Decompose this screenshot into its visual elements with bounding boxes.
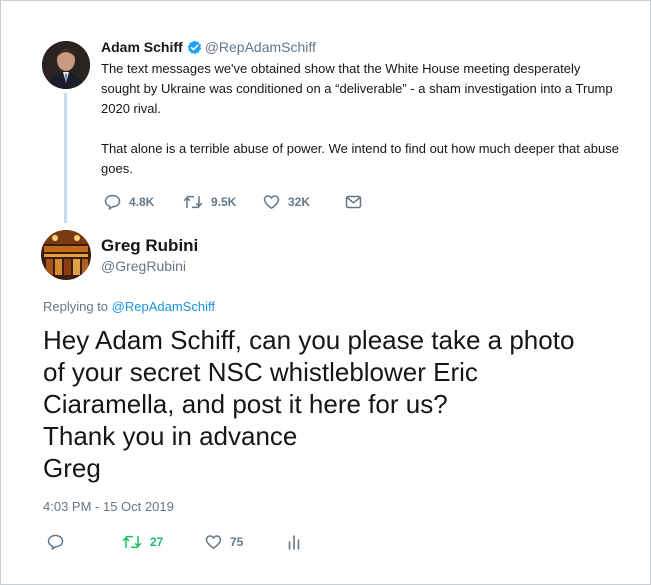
retweet-icon [122,534,142,550]
reply-display-name[interactable]: Greg Rubini [101,236,198,256]
like-icon [263,194,280,210]
reply-handle[interactable]: @GregRubini [101,258,186,274]
reply-analytics-button[interactable] [287,532,301,552]
reply-timestamp[interactable]: 4:03 PM - 15 Oct 2019 [43,499,174,514]
parent-reply-count: 4.8K [129,195,155,209]
reply-retweet-count: 27 [150,535,164,549]
parent-retweet-count: 9.5K [211,195,237,209]
reply-icon [47,534,64,550]
reply-text-line: Ciaramella, and post it here for us? [43,389,448,419]
retweet-icon [183,194,203,210]
replying-to-link[interactable]: @RepAdamSchiff [112,299,215,314]
replying-to-label: Replying to [43,299,109,314]
reply-tweet-text: Hey Adam Schiff, can you please take a p… [43,324,643,484]
parent-paragraph-2: That alone is a terrible abuse of power.… [101,141,619,176]
parent-tweet-text: The text messages we've obtained show th… [101,59,621,179]
parent-display-name[interactable]: Adam Schiff [101,39,183,55]
reply-reply-button[interactable] [47,532,64,552]
reply-like-count: 75 [230,535,244,549]
parent-message-button[interactable] [345,192,362,212]
tweet-embed-card: Adam Schiff @RepAdamSchiff The text messa… [0,0,651,585]
parent-like-count: 32K [288,195,311,209]
parent-handle[interactable]: @RepAdamSchiff [205,39,316,55]
reply-text-line: Hey Adam Schiff, can you please take a p… [43,325,575,355]
adam-schiff-avatar[interactable] [42,41,90,89]
replying-to-line: Replying to @RepAdamSchiff [43,299,215,314]
thread-connector-line [64,93,67,223]
parent-reply-button[interactable]: 4.8K [104,192,154,212]
greg-rubini-avatar[interactable] [41,230,91,280]
reply-icon [104,194,121,210]
message-icon [345,195,362,209]
reply-retweet-button[interactable]: 27 [122,532,163,552]
parent-like-button[interactable]: 32K [263,192,310,212]
parent-paragraph-1: The text messages we've obtained show th… [101,61,613,116]
parent-retweet-button[interactable]: 9.5K [183,192,236,212]
reply-text-line: Thank you in advance [43,421,298,451]
reply-text-line: Greg [43,453,101,483]
reply-like-button[interactable]: 75 [205,532,243,552]
analytics-icon [287,534,301,550]
reply-text-line: of your secret NSC whistleblower Eric [43,357,478,387]
parent-tweet-header: Adam Schiff @RepAdamSchiff [101,39,316,58]
verified-badge-icon [187,40,202,58]
like-icon [205,534,222,550]
